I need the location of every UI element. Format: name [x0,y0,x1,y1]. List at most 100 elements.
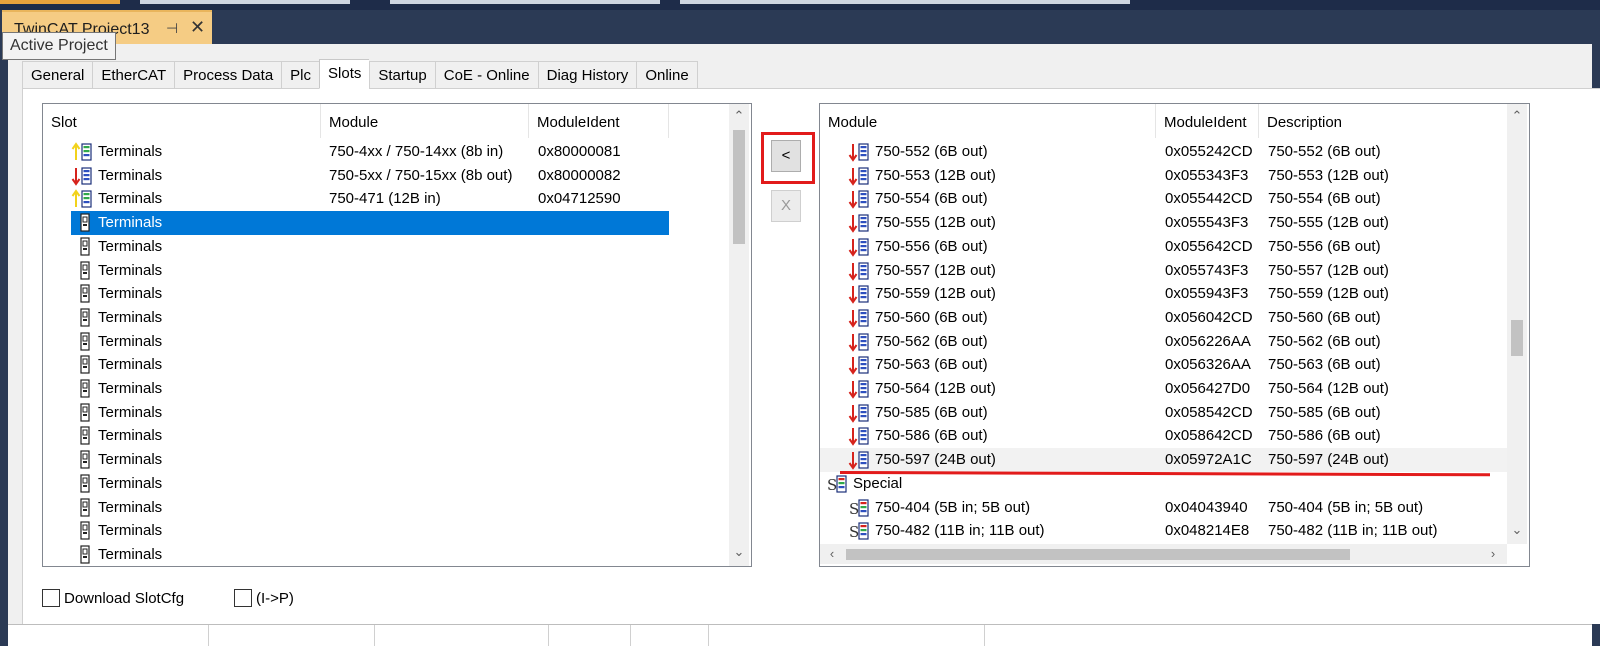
column-header-module[interactable]: Module [820,104,1156,138]
checkbox-box[interactable] [42,589,60,607]
tab-ethercat[interactable]: EtherCAT [92,61,175,89]
module-name: 750-555 (12B out) [875,214,996,232]
module-row[interactable]: 750-559 (12B out) 0x055943F3 750-559 (12… [820,282,1507,306]
scroll-right-icon[interactable]: › [1483,546,1503,561]
module-list-hscrollbar[interactable]: ‹ › [820,544,1507,564]
scroll-up-icon[interactable]: ⌃ [1507,108,1527,124]
column-header-description[interactable]: Description [1259,104,1505,138]
slot-list[interactable]: Slot Module ModuleIdent Terminals 750-4x… [42,103,752,567]
svg-text:S: S [849,523,859,541]
scroll-down-icon[interactable]: ⌄ [729,544,749,560]
module-row[interactable]: 750-562 (6B out) 0x056226AA 750-562 (6B … [820,330,1507,354]
slot-row[interactable]: Terminals [43,330,669,354]
scroll-up-icon[interactable]: ⌃ [729,108,749,124]
slot-row[interactable]: Terminals 750-4xx / 750-14xx (8b in) 0x8… [43,140,669,164]
module-row[interactable]: 750-586 (6B out) 0x058642CD 750-586 (6B … [820,424,1507,448]
remove-module-button[interactable]: X [771,190,801,222]
module-name: 750-585 (6B out) [875,403,988,421]
module-ident: 0x055943F3 [1165,285,1249,303]
slot-row[interactable]: Terminals [43,401,669,425]
slot-row[interactable]: Terminals [43,282,669,306]
module-row[interactable]: 750-557 (12B out) 0x055743F3 750-557 (12… [820,259,1507,283]
module-list-header: Module ModuleIdent Description [820,104,1505,138]
tab-coe-online[interactable]: CoE - Online [434,61,538,89]
column-header-slot[interactable]: Slot [43,104,321,138]
slot-moduleident: 0x80000081 [538,143,621,160]
slot-name: Terminals [98,474,163,492]
module-row[interactable]: 750-552 (6B out) 0x055242CD 750-552 (6B … [820,140,1507,164]
output-terminal-icon [848,166,872,186]
tab-startup[interactable]: Startup [369,61,435,89]
input-terminal-icon [71,142,95,162]
module-ident: 0x055642CD [1165,237,1253,255]
checkbox-label: (I->P) [256,589,294,607]
output-terminal-icon [848,379,872,399]
module-row[interactable]: 750-585 (6B out) 0x058542CD 750-585 (6B … [820,401,1507,425]
slot-row[interactable]: Terminals [43,235,669,259]
module-name: Special [853,474,903,492]
scroll-left-icon[interactable]: ‹ [822,546,842,561]
slot-name: Terminals [98,403,163,421]
module-name: 750-563 (6B out) [875,356,988,374]
slot-row[interactable]: Terminals [43,519,669,543]
tab-slots[interactable]: Slots [319,59,370,89]
scroll-down-icon[interactable]: ⌄ [1507,522,1527,538]
slot-name: Terminals [98,166,163,184]
slot-row[interactable]: Terminals [43,424,669,448]
module-row[interactable]: 750-560 (6B out) 0x056042CD 750-560 (6B … [820,306,1507,330]
slot-row[interactable]: Terminals [43,306,669,330]
module-row[interactable]: 750-555 (12B out) 0x055543F3 750-555 (12… [820,211,1507,235]
slot-row[interactable]: Terminals 750-471 (12B in) 0x04712590 [43,187,669,211]
module-row[interactable]: 750-553 (12B out) 0x055343F3 750-553 (12… [820,164,1507,188]
module-catalog-list[interactable]: Module ModuleIdent Description 750-552 (… [819,103,1530,567]
svg-text:S: S [827,476,837,494]
module-row[interactable]: 750-564 (12B out) 0x056427D0 750-564 (12… [820,377,1507,401]
tab-process-data[interactable]: Process Data [174,61,282,89]
slot-row[interactable]: Terminals 750-5xx / 750-15xx (8b out) 0x… [43,164,669,188]
module-row[interactable]: 750-556 (6B out) 0x055642CD 750-556 (6B … [820,235,1507,259]
module-ident: 0x055343F3 [1165,166,1249,184]
tab-general[interactable]: General [22,61,93,89]
tab-online[interactable]: Online [636,61,698,89]
module-ident: 0x056427D0 [1165,380,1251,397]
download-slotcfg-checkbox[interactable]: Download SlotCfg [42,589,184,607]
slot-row[interactable]: Terminals [43,448,669,472]
slot-row[interactable]: Terminals [43,259,669,283]
output-terminal-icon [848,355,872,376]
column-header-moduleident[interactable]: ModuleIdent [529,104,669,138]
column-header-module[interactable]: Module [321,104,529,138]
slot-row[interactable]: Terminals [71,211,669,236]
checkbox-box[interactable] [234,589,252,607]
module-ident: 0x058542CD [1165,403,1253,421]
tab-diag-history[interactable]: Diag History [537,61,637,89]
module-row[interactable]: S 750-482 (11B in; 11B out) 0x048214E8 7… [820,519,1507,543]
module-ident: 0x055543F3 [1165,214,1249,232]
close-icon[interactable]: ✕ [190,17,205,38]
module-row[interactable]: 750-563 (6B out) 0x056326AA 750-563 (6B … [820,353,1507,377]
slot-moduleident: 0x04712590 [538,190,621,208]
column-header-moduleident[interactable]: ModuleIdent [1156,104,1259,138]
module-list-scrollbar[interactable]: ⌃ ⌄ [1507,104,1527,544]
tab-plc[interactable]: Plc [281,61,320,89]
module-name: 750-560 (6B out) [875,308,988,326]
slot-row[interactable]: Terminals [43,472,669,496]
output-terminal-icon [848,426,872,447]
slot-row[interactable]: Terminals [43,353,669,377]
slot-row[interactable]: Terminals [43,543,669,566]
slot-module: 750-471 (12B in) [329,190,441,208]
module-ident: 0x055442CD [1165,190,1253,208]
module-row[interactable]: 750-554 (6B out) 0x055442CD 750-554 (6B … [820,187,1507,211]
i-to-p-checkbox[interactable]: (I->P) [234,589,294,607]
module-row[interactable]: 750-597 (24B out) 0x05972A1C 750-597 (24… [820,448,1507,473]
scroll-thumb[interactable] [733,130,745,244]
scroll-thumb[interactable] [1511,320,1523,356]
slot-name: Terminals [98,356,163,374]
module-row[interactable]: S 750-404 (5B in; 5B out) 0x04043940 750… [820,496,1507,520]
pin-icon[interactable]: ⊣ [166,20,178,37]
hscroll-thumb[interactable] [846,549,1350,560]
slot-list-scrollbar[interactable]: ⌃ ⌄ [729,104,749,566]
slot-row[interactable]: Terminals [43,496,669,520]
checkbox-label: Download SlotCfg [64,589,185,607]
slot-row[interactable]: Terminals [43,377,669,401]
slot-name: Terminals [98,308,163,326]
